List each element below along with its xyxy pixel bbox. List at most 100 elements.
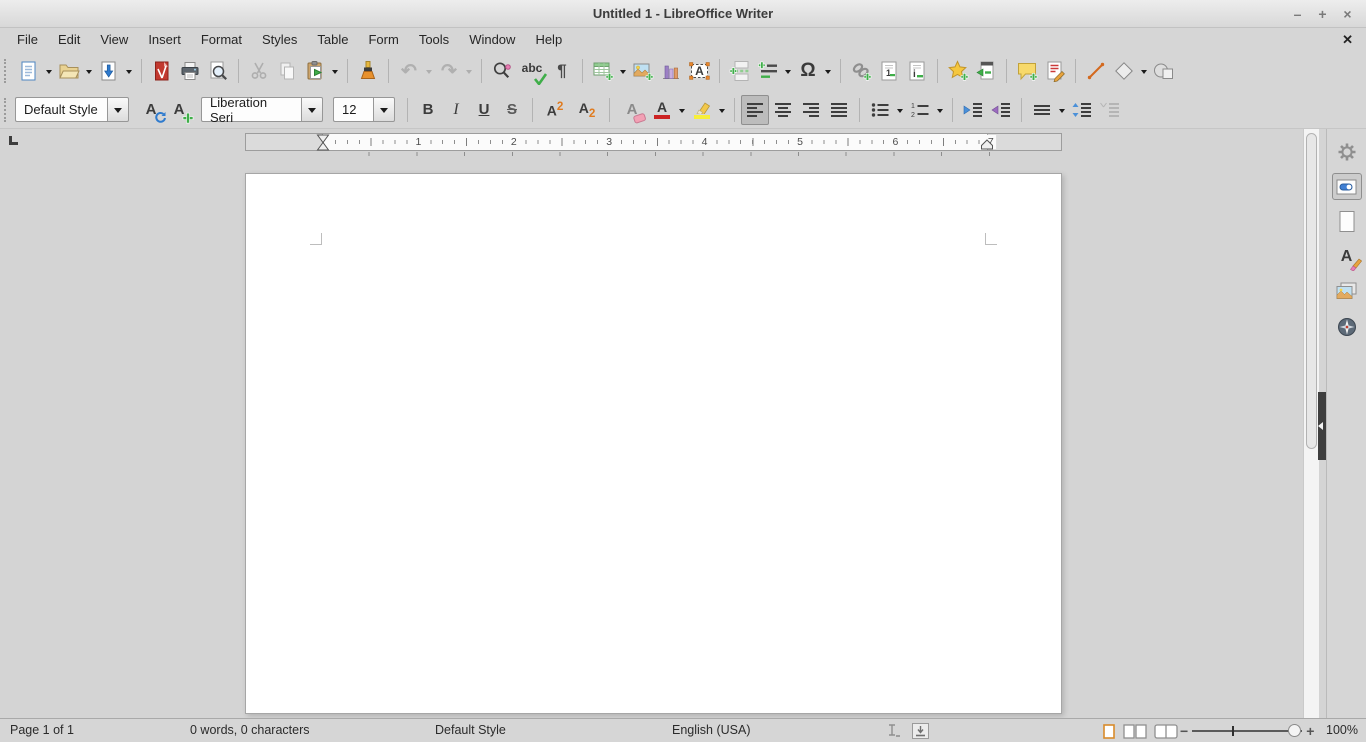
menu-format[interactable]: Format xyxy=(191,30,252,50)
spelling-button[interactable]: abc xyxy=(516,56,548,86)
single-page-view-icon[interactable] xyxy=(1103,724,1116,739)
close-document-icon[interactable]: ✕ xyxy=(1342,32,1353,48)
line-spacing-dropdown[interactable] xyxy=(1056,95,1068,125)
font-size-combo[interactable]: 12 xyxy=(333,97,373,122)
print-button[interactable] xyxy=(176,56,204,86)
zoom-in-icon[interactable]: + xyxy=(1306,720,1314,742)
open-dropdown[interactable] xyxy=(83,56,95,86)
insert-footnote-button[interactable]: 1 xyxy=(875,56,903,86)
multi-page-view-icon[interactable] xyxy=(1123,724,1147,739)
selection-mode-icon[interactable] xyxy=(884,723,902,742)
sidebar-hide-handle[interactable] xyxy=(1318,392,1326,460)
book-view-icon[interactable] xyxy=(1154,724,1178,739)
line-spacing-button[interactable] xyxy=(1028,95,1056,125)
formatting-marks-button[interactable]: ¶ xyxy=(548,56,576,86)
align-left-button[interactable] xyxy=(741,95,769,125)
highlight-color-button[interactable] xyxy=(688,95,716,125)
menu-window[interactable]: Window xyxy=(459,30,525,50)
insert-bookmark-button[interactable] xyxy=(944,56,972,86)
sidebar-page-tab[interactable] xyxy=(1332,208,1362,235)
save-button[interactable] xyxy=(95,56,123,86)
align-center-button[interactable] xyxy=(769,95,797,125)
font-name-combo[interactable]: Liberation Seri xyxy=(201,97,301,122)
numbered-list-dropdown[interactable] xyxy=(934,95,946,125)
align-justify-button[interactable] xyxy=(825,95,853,125)
update-style-button[interactable]: A xyxy=(137,95,165,125)
new-document-dropdown[interactable] xyxy=(43,56,55,86)
menu-edit[interactable]: Edit xyxy=(48,30,90,50)
increase-indent-button[interactable] xyxy=(959,95,987,125)
superscript-button[interactable]: A2 xyxy=(539,95,571,125)
insert-chart-button[interactable] xyxy=(657,56,685,86)
maximize-button[interactable]: + xyxy=(1310,6,1335,22)
sidebar-properties-tab[interactable] xyxy=(1332,173,1362,200)
insert-textbox-button[interactable]: A xyxy=(685,56,713,86)
menu-table[interactable]: Table xyxy=(307,30,358,50)
clone-formatting-button[interactable] xyxy=(354,56,382,86)
menu-view[interactable]: View xyxy=(90,30,138,50)
sidebar-styles-tab[interactable]: A xyxy=(1332,243,1362,270)
tab-stop-selector-icon[interactable] xyxy=(9,136,18,145)
subscript-button[interactable]: A2 xyxy=(571,95,603,125)
sidebar-settings-button[interactable] xyxy=(1332,138,1362,165)
sidebar-navigator-tab[interactable] xyxy=(1332,313,1362,340)
insert-comment-button[interactable] xyxy=(1013,56,1041,86)
paste-dropdown[interactable] xyxy=(329,56,341,86)
document-page[interactable] xyxy=(245,173,1062,714)
decrease-indent-button[interactable] xyxy=(987,95,1015,125)
insert-field-dropdown[interactable] xyxy=(782,56,794,86)
insert-hyperlink-button[interactable] xyxy=(847,56,875,86)
zoom-level-value[interactable]: 100% xyxy=(1326,719,1358,742)
language-status[interactable]: English (USA) xyxy=(672,719,751,742)
document-save-status-icon[interactable] xyxy=(912,723,929,742)
italic-button[interactable]: I xyxy=(442,95,470,125)
clear-formatting-button[interactable]: A xyxy=(616,95,648,125)
show-draw-functions-button[interactable] xyxy=(1150,56,1178,86)
menu-styles[interactable]: Styles xyxy=(252,30,307,50)
zoom-out-icon[interactable]: − xyxy=(1180,720,1188,742)
insert-cross-reference-button[interactable] xyxy=(972,56,1000,86)
basic-shapes-dropdown[interactable] xyxy=(1138,56,1150,86)
increase-paragraph-spacing-button[interactable] xyxy=(1068,95,1096,125)
indent-marker-right[interactable] xyxy=(980,139,994,150)
insert-table-dropdown[interactable] xyxy=(617,56,629,86)
find-replace-button[interactable] xyxy=(488,56,516,86)
highlight-color-dropdown[interactable] xyxy=(716,95,728,125)
zoom-slider-track[interactable] xyxy=(1192,730,1302,732)
menu-tools[interactable]: Tools xyxy=(409,30,459,50)
font-size-dropdown[interactable] xyxy=(373,97,395,122)
new-document-button[interactable] xyxy=(15,56,43,86)
basic-shapes-button[interactable] xyxy=(1110,56,1138,86)
menu-file[interactable]: File xyxy=(7,30,48,50)
new-style-button[interactable]: A xyxy=(165,95,193,125)
insert-line-button[interactable] xyxy=(1082,56,1110,86)
open-button[interactable] xyxy=(55,56,83,86)
page-count-status[interactable]: Page 1 of 1 xyxy=(10,719,74,742)
insert-image-button[interactable] xyxy=(629,56,657,86)
strikethrough-button[interactable]: S xyxy=(498,95,526,125)
insert-special-character-button[interactable]: Ω xyxy=(794,56,822,86)
bullet-list-button[interactable] xyxy=(866,95,894,125)
insert-special-character-dropdown[interactable] xyxy=(822,56,834,86)
font-name-dropdown[interactable] xyxy=(301,97,323,122)
insert-page-break-button[interactable] xyxy=(726,56,754,86)
underline-button[interactable]: U xyxy=(470,95,498,125)
insert-endnote-button[interactable]: i xyxy=(903,56,931,86)
insert-field-button[interactable] xyxy=(754,56,782,86)
track-changes-button[interactable] xyxy=(1041,56,1069,86)
close-button[interactable]: × xyxy=(1335,6,1360,22)
paragraph-style-combo[interactable]: Default Style xyxy=(15,97,107,122)
save-dropdown[interactable] xyxy=(123,56,135,86)
insert-table-button[interactable] xyxy=(589,56,617,86)
horizontal-ruler[interactable]: 1 2 3 4 5 6 7 xyxy=(245,133,1062,151)
word-count-status[interactable]: 0 words, 0 characters xyxy=(190,719,310,742)
bold-button[interactable]: B xyxy=(414,95,442,125)
minimize-button[interactable]: – xyxy=(1285,6,1310,22)
print-preview-button[interactable] xyxy=(204,56,232,86)
toolbar-grip[interactable] xyxy=(4,59,11,83)
scrollbar-thumb[interactable] xyxy=(1306,133,1317,449)
font-color-button[interactable]: A xyxy=(648,95,676,125)
indent-marker-left[interactable] xyxy=(316,134,330,151)
bullet-list-dropdown[interactable] xyxy=(894,95,906,125)
export-pdf-button[interactable] xyxy=(148,56,176,86)
